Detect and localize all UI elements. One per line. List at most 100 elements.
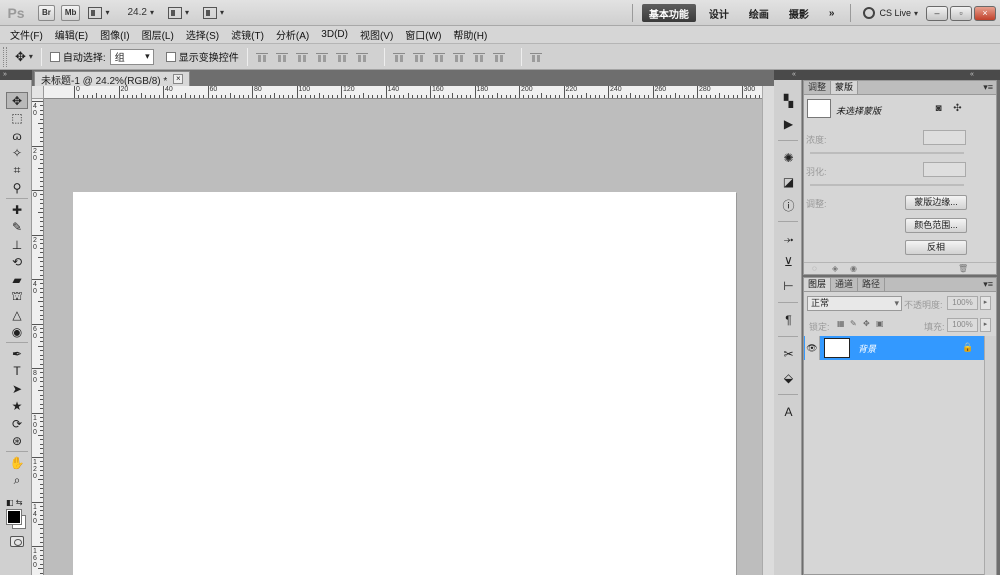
pixel-mask-icon[interactable]: ◙ xyxy=(933,103,944,114)
crop-tool[interactable]: ⌗ xyxy=(6,162,28,179)
foreground-color-swatch[interactable] xyxy=(6,509,22,525)
move-tool[interactable]: ✥ xyxy=(6,92,28,109)
show-transform-checkbox[interactable] xyxy=(165,51,176,62)
density-slider[interactable] xyxy=(810,152,964,154)
minimize-button[interactable]: – xyxy=(926,5,948,21)
fill-field[interactable]: 100% xyxy=(947,318,978,332)
distribute-top-icon[interactable] xyxy=(392,51,405,63)
actions-icon[interactable]: ▶ xyxy=(781,117,796,131)
menu-image[interactable]: 图像(I) xyxy=(100,27,129,42)
tab-adjustments[interactable]: 调整 xyxy=(804,81,832,94)
align-bottom-icon[interactable] xyxy=(295,51,308,63)
align-left-icon[interactable] xyxy=(315,51,328,63)
healing-tool[interactable]: ✚ xyxy=(6,201,28,218)
opacity-slider-arrow[interactable]: ▸ xyxy=(980,296,991,310)
tab-layers[interactable]: 图层 xyxy=(804,278,832,291)
vector-mask-icon[interactable]: ✣ xyxy=(952,103,963,114)
toggle-mask-icon[interactable]: ◉ xyxy=(850,264,857,273)
menu-window[interactable]: 窗口(W) xyxy=(405,27,441,42)
menu-3d[interactable]: 3D(D) xyxy=(321,29,348,40)
quick-mask-icon[interactable] xyxy=(10,536,24,547)
character-icon[interactable]: A xyxy=(781,405,796,419)
distribute-right-icon[interactable] xyxy=(492,51,505,63)
document-tab[interactable]: 未标题-1 @ 24.2%(RGB/8) * × xyxy=(34,71,191,87)
menu-analysis[interactable]: 分析(A) xyxy=(276,27,309,42)
tab-masks[interactable]: 蒙版 xyxy=(831,81,859,94)
opacity-field[interactable]: 100% xyxy=(947,296,978,310)
distribute-bottom-icon[interactable] xyxy=(432,51,445,63)
feather-field[interactable] xyxy=(923,162,966,177)
align-right-icon[interactable] xyxy=(355,51,368,63)
distribute-left-icon[interactable] xyxy=(452,51,465,63)
panel-dock-collapse-bar[interactable]: « « xyxy=(774,70,1000,80)
mask-edge-button[interactable]: 蒙版边缘... xyxy=(905,195,967,210)
workspace-photography[interactable]: 摄影 xyxy=(782,4,816,22)
align-vcenter-icon[interactable] xyxy=(275,51,288,63)
panel-menu-icon[interactable]: ▾≡ xyxy=(983,82,993,93)
3d-orbit-tool[interactable]: ⊛ xyxy=(6,433,28,450)
lock-all-icon[interactable]: ▣ xyxy=(876,320,884,328)
screen-mode-dropdown[interactable]: ▾ xyxy=(202,6,224,19)
canvas-pasteboard[interactable] xyxy=(44,99,762,575)
close-document-icon[interactable]: × xyxy=(173,74,184,84)
document-canvas[interactable] xyxy=(73,192,736,575)
layer-visibility-eye-icon[interactable]: 👁 xyxy=(805,336,820,360)
dodge-tool[interactable]: ◉ xyxy=(6,324,28,341)
hand-tool[interactable]: ✋ xyxy=(6,454,28,471)
pen-tool[interactable]: ✒ xyxy=(6,345,28,362)
arrange-documents-dropdown[interactable]: ▾ xyxy=(167,6,189,19)
menu-select[interactable]: 选择(S) xyxy=(186,27,219,42)
zoom-level-dropdown[interactable]: 24.2 ▾ xyxy=(127,7,153,18)
menu-file[interactable]: 文件(F) xyxy=(10,27,43,42)
blend-mode-dropdown[interactable]: 正常 xyxy=(807,296,902,311)
cs-live-button[interactable]: CS Live ▾ xyxy=(863,7,918,19)
adjustments-icon[interactable]: ▚ xyxy=(781,94,796,108)
load-selection-icon[interactable]: ◌ xyxy=(812,264,817,273)
clone-source-icon[interactable]: ⊻ xyxy=(781,255,796,269)
lock-pixels-icon[interactable]: ✎ xyxy=(850,320,858,328)
auto-select-dropdown[interactable]: 组 xyxy=(109,48,154,65)
lasso-tool[interactable]: ɷ xyxy=(6,127,28,144)
menu-layer[interactable]: 图层(L) xyxy=(142,27,174,42)
eyedropper-tool[interactable]: ⚲ xyxy=(6,180,28,197)
panel-menu-icon[interactable]: ▾≡ xyxy=(983,279,993,290)
auto-select-option[interactable]: 自动选择: xyxy=(49,49,106,64)
shape-tool[interactable]: ★ xyxy=(6,398,28,415)
3d-panel-icon[interactable]: ⬙ xyxy=(781,371,796,385)
options-bar-grip[interactable] xyxy=(3,46,7,67)
color-range-button[interactable]: 颜色范围... xyxy=(905,218,967,233)
close-button[interactable]: × xyxy=(974,5,996,21)
distribute-hcenter-icon[interactable] xyxy=(472,51,485,63)
tab-channels[interactable]: 通道 xyxy=(831,278,859,291)
blur-tool[interactable]: △ xyxy=(6,306,28,323)
marquee-tool[interactable]: ⬚ xyxy=(6,110,28,127)
vertical-ruler[interactable]: 40 20 0 20 40 60 80 100 120 140 160 xyxy=(32,99,44,575)
workspace-design[interactable]: 设计 xyxy=(702,4,736,22)
fill-slider-arrow[interactable]: ▸ xyxy=(980,318,991,332)
default-colors-icon[interactable]: ◧ ⇆ xyxy=(6,498,22,507)
layer-row-background[interactable]: 👁 背景 🔒 xyxy=(804,336,984,360)
density-field[interactable] xyxy=(923,130,966,145)
invert-button[interactable]: 反相 xyxy=(905,240,967,255)
more-workspaces-button[interactable]: » xyxy=(822,4,842,22)
align-hcenter-icon[interactable] xyxy=(335,51,348,63)
histogram-icon[interactable]: ◪ xyxy=(781,175,796,189)
menu-help[interactable]: 帮助(H) xyxy=(453,27,487,42)
tool-preset-picker[interactable]: ✥ ▾ xyxy=(15,49,33,65)
distribute-vcenter-icon[interactable] xyxy=(412,51,425,63)
paint-bucket-tool[interactable]: ⛫ xyxy=(6,289,28,306)
workspace-painting[interactable]: 绘画 xyxy=(742,4,776,22)
apply-mask-icon[interactable]: ◈ xyxy=(832,264,838,273)
mini-bridge-button[interactable]: Mb xyxy=(60,4,81,21)
lock-transparency-icon[interactable]: ▦ xyxy=(837,320,845,328)
bridge-button[interactable]: Br xyxy=(38,4,55,21)
toolbox-collapse-bar[interactable]: » xyxy=(0,70,32,80)
menu-edit[interactable]: 编辑(E) xyxy=(55,27,88,42)
eraser-tool[interactable]: ▰ xyxy=(6,271,28,288)
tools-panel-icon[interactable]: ✂ xyxy=(781,347,796,361)
auto-align-icon[interactable] xyxy=(529,51,542,63)
align-top-icon[interactable] xyxy=(255,51,268,63)
ruler-origin[interactable] xyxy=(32,86,44,99)
maximize-button[interactable]: ▫ xyxy=(950,5,972,21)
workspace-essentials[interactable]: 基本功能 xyxy=(641,4,696,22)
